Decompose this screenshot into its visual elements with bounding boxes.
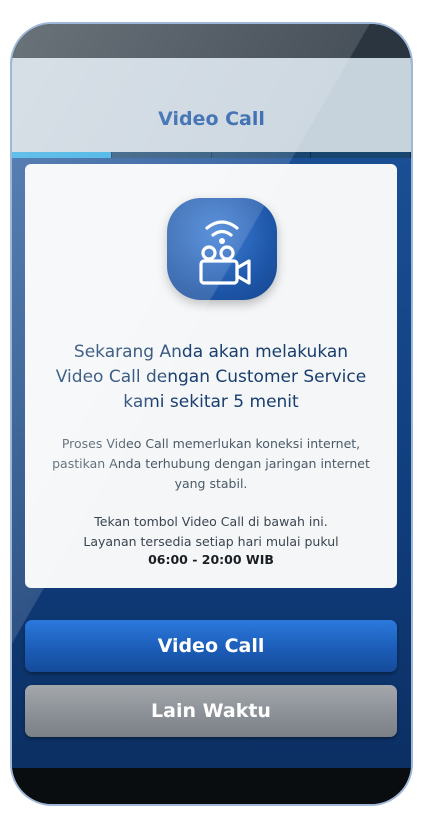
description-line-3: yang stabil. <box>174 476 248 491</box>
instruction-line-1: Tekan tombol Video Call di bawah ini. <box>94 514 328 529</box>
bottom-bar <box>12 768 411 804</box>
card-headline: Sekarang Anda akan melakukan Video Call … <box>45 340 377 415</box>
headline-line-3: kami sekitar 5 menit <box>123 392 299 412</box>
info-card: Sekarang Anda akan melakukan Video Call … <box>25 164 397 588</box>
instruction-line-2: Layanan tersedia setiap hari mulai pukul <box>83 534 339 549</box>
status-bar <box>12 24 411 58</box>
service-hours: 06:00 - 20:00 WIB <box>148 552 274 567</box>
description-line-2: pastikan Anda terhubung dengan jaringan … <box>52 456 370 471</box>
later-button[interactable]: Lain Waktu <box>25 685 397 737</box>
video-call-button[interactable]: Video Call <box>25 620 397 672</box>
phone-frame: Video Call Sekarang Anda akan melakukan … <box>12 24 411 804</box>
video-camera-wifi-icon <box>167 198 277 300</box>
headline-line-1: Sekarang Anda akan melakukan <box>73 342 349 362</box>
page-title: Video Call <box>158 108 265 130</box>
card-description: Proses Video Call memerlukan koneksi int… <box>45 434 377 494</box>
description-line-1: Proses Video Call memerlukan koneksi int… <box>61 436 361 451</box>
app-header: Video Call <box>12 58 411 152</box>
card-instruction: Tekan tombol Video Call di bawah ini. La… <box>45 512 377 552</box>
headline-line-2: Video Call dengan Customer Service <box>55 367 367 387</box>
